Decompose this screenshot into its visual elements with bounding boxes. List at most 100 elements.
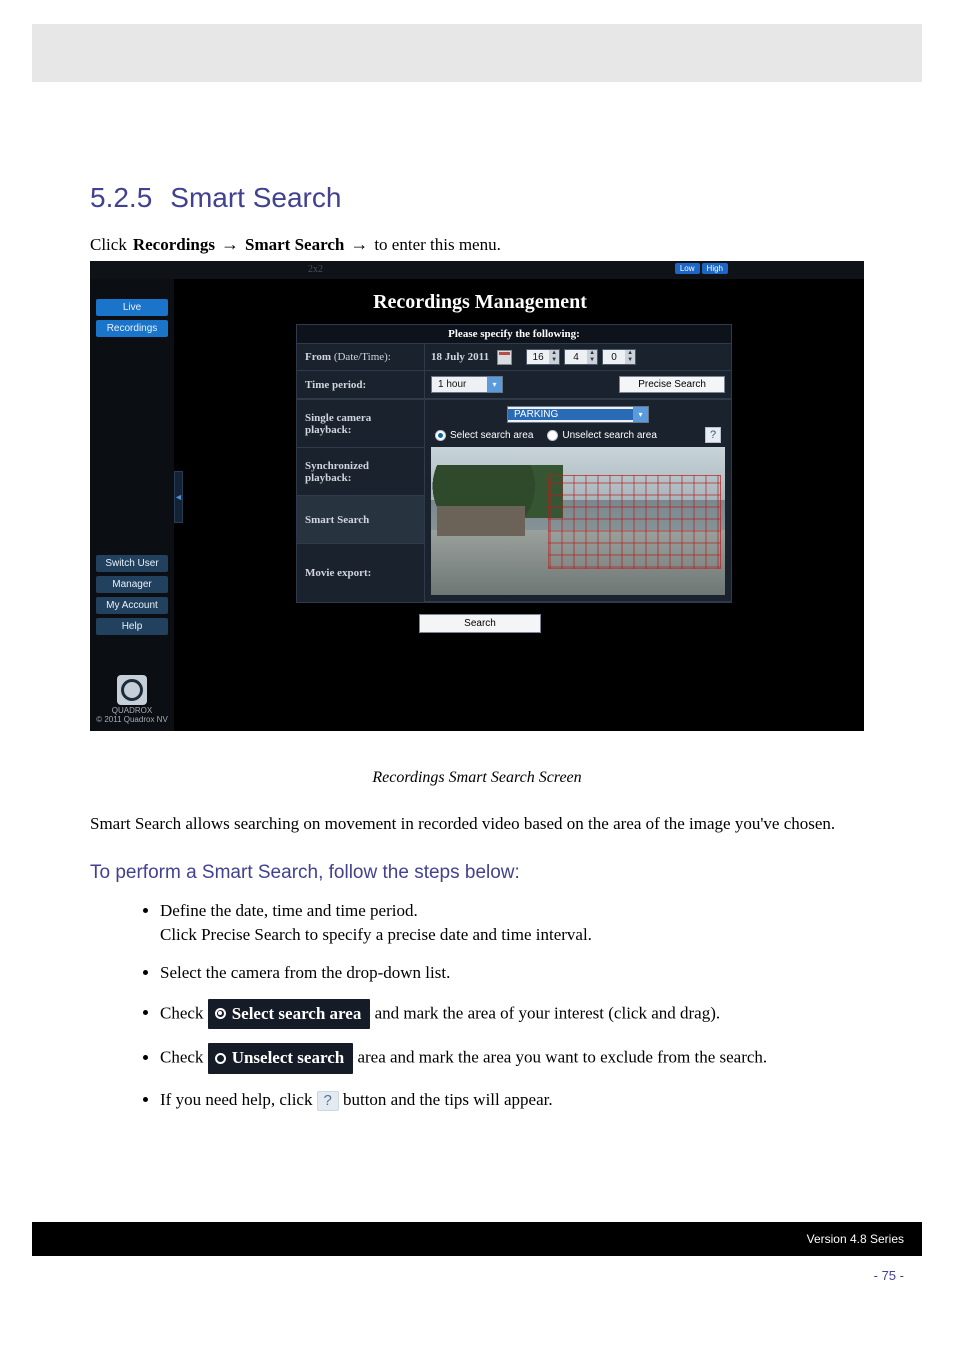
section-heading: 5.2.5 Smart Search	[90, 182, 884, 214]
step-1-line1: Define the date, time and time period.	[160, 901, 418, 920]
from-sublabel: (Date/Time):	[331, 351, 391, 363]
instruction-suffix: to enter this menu.	[374, 235, 501, 255]
camera-value: PARKING	[508, 409, 633, 420]
steps-list: Define the date, time and time period. C…	[90, 899, 864, 1112]
intro-paragraph: Smart Search allows searching on movemen…	[90, 813, 864, 836]
minute-value: 4	[565, 350, 587, 364]
low-pill[interactable]: Low	[675, 263, 700, 274]
radio-select-area[interactable]	[435, 430, 446, 441]
arrow-icon: →	[221, 234, 239, 255]
minute-spinner[interactable]: 4 ▲▼	[564, 349, 598, 365]
period-value: 1 hour	[432, 379, 487, 390]
period-label: Time period:	[305, 379, 366, 391]
instruction-recordings: Recordings	[133, 235, 215, 255]
nav-live[interactable]: Live	[96, 299, 168, 316]
document-header-bar	[32, 24, 922, 82]
page-number-value: 75	[882, 1268, 896, 1283]
nav-recordings[interactable]: Recordings	[96, 320, 168, 337]
instruction-smart-search: Smart Search	[245, 235, 344, 255]
smart-search-preview: PARKING ▾ Select search area Unselect se…	[425, 400, 731, 602]
pill-label: Unselect search	[232, 1046, 345, 1070]
section-title: Smart Search	[170, 182, 341, 214]
step-5: If you need help, click ? button and the…	[160, 1088, 864, 1112]
nav-help[interactable]: Help	[96, 618, 168, 635]
smart-search-label[interactable]: Smart Search	[297, 496, 425, 544]
camera-select[interactable]: PARKING ▾	[507, 406, 649, 423]
radio-off-icon	[215, 1053, 226, 1064]
step-1-line2: Click Precise Search to specify a precis…	[160, 925, 592, 944]
movie-export-label[interactable]: Movie export:	[297, 544, 425, 602]
step-3-post: and mark the area of your interest (clic…	[375, 1003, 721, 1022]
radio-unselect-area[interactable]	[547, 430, 558, 441]
screenshot-caption: Recordings Smart Search Screen	[90, 767, 864, 789]
period-select[interactable]: 1 hour ▾	[431, 376, 503, 393]
app-titlebar: 2x2 Low High	[90, 261, 864, 279]
spinner-down-icon[interactable]: ▼	[625, 357, 635, 364]
step-3: Check Select search area and mark the ar…	[160, 999, 864, 1030]
chevron-down-icon: ▾	[487, 377, 502, 392]
footer-version: Version 4.8 Series	[807, 1232, 904, 1246]
calendar-icon[interactable]	[497, 350, 512, 365]
row-from: From (Date/Time): 18 July 2011 16 ▲▼	[297, 344, 731, 371]
hour-value: 16	[527, 350, 549, 364]
steps-heading: To perform a Smart Search, follow the st…	[90, 860, 864, 886]
sidebar-collapse-handle[interactable]: ◄	[174, 471, 183, 523]
chevron-left-icon: ◄	[174, 492, 183, 502]
step-4: Check Unselect search area and mark the …	[160, 1043, 864, 1074]
spinner-down-icon[interactable]: ▼	[549, 357, 559, 364]
chevron-down-icon: ▾	[633, 407, 648, 422]
nav-my-account[interactable]: My Account	[96, 597, 168, 614]
unselect-search-pill: Unselect search	[208, 1043, 354, 1074]
footer-bar: Version 4.8 Series	[32, 1222, 922, 1256]
single-camera-playback-label[interactable]: Single camera playback:	[297, 400, 425, 448]
vendor-logo-icon	[117, 675, 147, 705]
spinner-up-icon[interactable]: ▲	[625, 350, 635, 357]
form-header: Please specify the following:	[297, 325, 731, 344]
playback-grid: Single camera playback: PARKING ▾ Select…	[296, 400, 732, 603]
instruction-line: Click Recordings → Smart Search → to ent…	[90, 234, 864, 255]
camera-preview[interactable]	[431, 447, 725, 595]
nav-manager[interactable]: Manager	[96, 576, 168, 593]
step-5-post: button and the tips will appear.	[343, 1090, 553, 1109]
nav-switch-user[interactable]: Switch User	[96, 555, 168, 572]
hour-spinner[interactable]: 16 ▲▼	[526, 349, 560, 365]
arrow-icon: →	[350, 234, 368, 255]
second-spinner[interactable]: 0 ▲▼	[602, 349, 636, 365]
screenshot-frame: 2x2 Low High Live Recordings Switch User…	[90, 261, 864, 731]
radio-on-icon	[215, 1008, 226, 1019]
left-nav: Live Recordings Switch User Manager My A…	[90, 279, 174, 731]
grid-size-label: 2x2	[308, 264, 323, 275]
select-search-area-pill: Select search area	[208, 999, 371, 1030]
radio-select-area-label: Select search area	[450, 430, 533, 441]
spinner-up-icon[interactable]: ▲	[587, 350, 597, 357]
step-4-pre: Check	[160, 1048, 208, 1067]
step-3-pre: Check	[160, 1003, 208, 1022]
from-label: From	[305, 351, 331, 363]
vendor-logo-block: QUADROX © 2011 Quadrox NV	[96, 675, 168, 725]
section-number: 5.2.5	[90, 182, 152, 214]
pill-label: Select search area	[232, 1002, 362, 1026]
radio-unselect-area-label: Unselect search area	[562, 430, 657, 441]
help-chip-icon: ?	[317, 1091, 339, 1111]
vendor-copyright: © 2011 Quadrox NV	[96, 716, 168, 725]
high-pill[interactable]: High	[702, 263, 728, 274]
instruction-text: Click	[90, 235, 127, 255]
step-2: Select the camera from the drop-down lis…	[160, 961, 864, 985]
preview-building	[437, 506, 525, 536]
row-period: Time period: 1 hour ▾ Precise Search	[297, 371, 731, 399]
search-button[interactable]: Search	[419, 614, 541, 633]
second-value: 0	[603, 350, 625, 364]
spinner-up-icon[interactable]: ▲	[549, 350, 559, 357]
synchronized-playback-label[interactable]: Synchronized playback:	[297, 448, 425, 496]
bandwidth-toggle[interactable]: Low High	[675, 263, 728, 274]
search-form: Please specify the following: From (Date…	[296, 324, 732, 400]
page-number: - 75 -	[0, 1268, 904, 1283]
from-date: 18 July 2011	[431, 351, 489, 363]
page-title: Recordings Management	[186, 291, 774, 314]
step-5-pre: If you need help, click	[160, 1090, 317, 1109]
search-area-overlay	[548, 475, 721, 569]
precise-search-button[interactable]: Precise Search	[619, 376, 725, 393]
help-icon[interactable]: ?	[705, 427, 721, 443]
step-1: Define the date, time and time period. C…	[160, 899, 864, 947]
spinner-down-icon[interactable]: ▼	[587, 357, 597, 364]
